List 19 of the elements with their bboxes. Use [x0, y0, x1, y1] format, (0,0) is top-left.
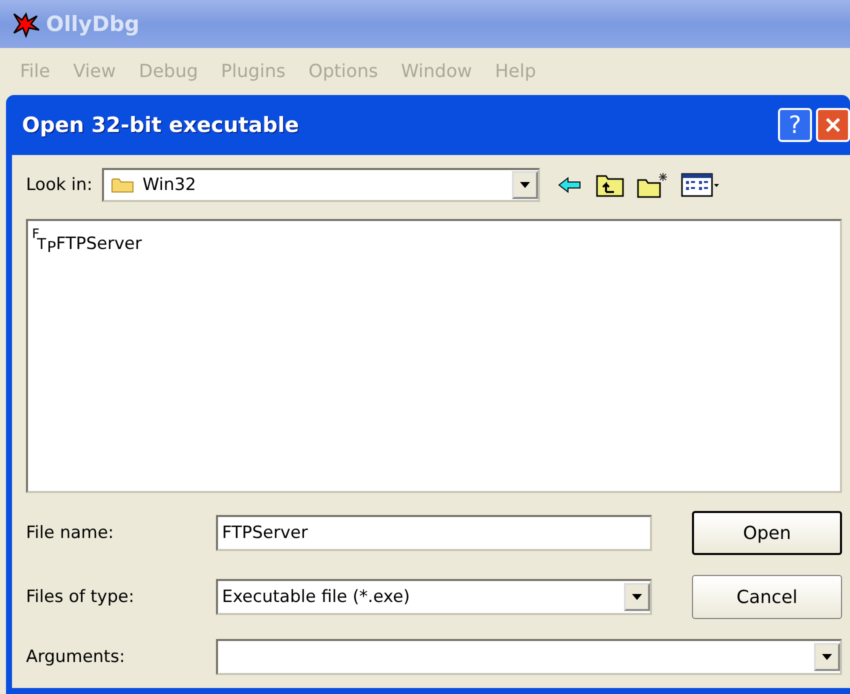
- look-in-dropdown[interactable]: Win32: [102, 168, 540, 202]
- view-menu-icon[interactable]: [680, 172, 720, 198]
- close-icon: [824, 116, 842, 134]
- file-name-field[interactable]: FTPServer: [216, 515, 652, 551]
- arguments-dropdown[interactable]: [216, 639, 842, 675]
- file-name-label: File name:: [26, 523, 115, 543]
- dropdown-arrow-icon: [631, 593, 643, 601]
- dropdown-arrow-icon: [519, 181, 532, 189]
- cancel-button[interactable]: Cancel: [692, 575, 842, 619]
- arguments-label: Arguments:: [26, 647, 126, 667]
- dropdown-arrow-icon: [821, 653, 833, 661]
- app-title: OllyDbg: [46, 12, 140, 36]
- file-type-dropdown[interactable]: Executable file (*.exe): [216, 579, 652, 615]
- close-button[interactable]: [816, 108, 850, 142]
- open-button[interactable]: Open: [692, 511, 842, 555]
- dialog-title: Open 32-bit executable: [22, 113, 300, 137]
- file-type-label: Files of type:: [26, 587, 136, 607]
- help-button[interactable]: ?: [778, 108, 812, 142]
- look-in-label: Look in:: [26, 175, 92, 195]
